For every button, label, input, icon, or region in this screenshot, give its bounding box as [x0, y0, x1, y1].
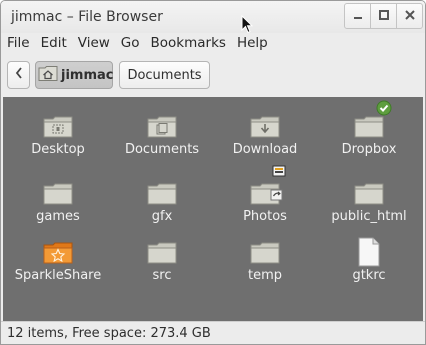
- minimize-button[interactable]: [344, 3, 371, 29]
- close-button[interactable]: [396, 3, 423, 29]
- close-icon: [404, 9, 415, 24]
- home-folder-icon: [38, 64, 58, 86]
- file-name: src: [152, 268, 172, 283]
- chevron-left-icon: [15, 67, 23, 83]
- menu-bar: File Edit View Go Bookmarks Help: [1, 33, 425, 55]
- file-item-documents[interactable]: Documents: [110, 111, 214, 171]
- window-title: jimmac – File Browser: [11, 9, 163, 25]
- file-name: SparkleShare: [14, 268, 102, 283]
- menu-bookmarks[interactable]: Bookmarks: [145, 33, 231, 55]
- breadcrumb-label: jimmac: [61, 67, 114, 83]
- folder-synced-icon: [354, 100, 392, 141]
- file-name: Dropbox: [341, 142, 397, 157]
- folder-icon: [147, 237, 177, 267]
- file-name: Desktop: [31, 142, 85, 157]
- file-item-sparkleshare[interactable]: SparkleShare: [6, 237, 110, 297]
- back-button[interactable]: [7, 61, 30, 89]
- menu-view[interactable]: View: [72, 33, 115, 55]
- folder-icon: [147, 178, 177, 208]
- maximize-icon: [378, 9, 389, 24]
- file-name: Photos: [243, 209, 287, 224]
- desktop-folder-icon: [43, 111, 73, 141]
- file-item-src[interactable]: src: [110, 237, 214, 297]
- file-item-temp[interactable]: temp: [213, 237, 317, 297]
- download-folder-icon: [250, 111, 280, 141]
- path-toolbar: jimmac Documents: [1, 57, 425, 95]
- mouse-pointer-icon: [241, 14, 254, 38]
- text-file-icon: [354, 237, 384, 267]
- status-bar: 12 items, Free space: 273.4 GB: [1, 321, 425, 344]
- file-item-gtkrc[interactable]: gtkrc: [317, 237, 421, 297]
- file-name: games: [36, 209, 80, 224]
- menu-go[interactable]: Go: [115, 33, 145, 55]
- file-name: gtkrc: [352, 268, 386, 283]
- file-name: public_html: [331, 209, 407, 224]
- file-item-download[interactable]: Download: [213, 111, 317, 171]
- file-item-dropbox[interactable]: Dropbox: [317, 100, 421, 171]
- folder-icon: [43, 178, 73, 208]
- breadcrumb-documents[interactable]: Documents: [119, 61, 210, 89]
- maximize-button[interactable]: [370, 3, 397, 29]
- file-name: Documents: [124, 142, 200, 157]
- folder-icon: [354, 178, 384, 208]
- file-name: gfx: [151, 209, 173, 224]
- folder-shared-link-icon: [250, 165, 286, 208]
- file-browser-window: jimmac – File Browser File Edit View Go …: [0, 0, 426, 345]
- file-item-gfx[interactable]: gfx: [110, 178, 214, 238]
- file-item-games[interactable]: games: [6, 178, 110, 238]
- file-name: Download: [232, 142, 298, 157]
- sparkleshare-folder-icon: [43, 237, 73, 267]
- file-name: temp: [247, 268, 282, 283]
- window-controls: [344, 3, 423, 29]
- folder-icon: [250, 237, 280, 267]
- file-item-photos[interactable]: Photos: [213, 165, 317, 238]
- breadcrumb-jimmac[interactable]: jimmac: [35, 61, 113, 89]
- file-grid[interactable]: Desktop Documents Download Dropbox games…: [3, 97, 423, 321]
- documents-folder-icon: [147, 111, 177, 141]
- status-text: 12 items, Free space: 273.4 GB: [7, 326, 211, 341]
- minimize-icon: [353, 9, 363, 24]
- menu-file[interactable]: File: [1, 33, 35, 55]
- file-item-desktop[interactable]: Desktop: [6, 111, 110, 171]
- title-bar[interactable]: jimmac – File Browser: [1, 1, 425, 33]
- file-item-public-html[interactable]: public_html: [317, 178, 421, 238]
- menu-edit[interactable]: Edit: [35, 33, 72, 55]
